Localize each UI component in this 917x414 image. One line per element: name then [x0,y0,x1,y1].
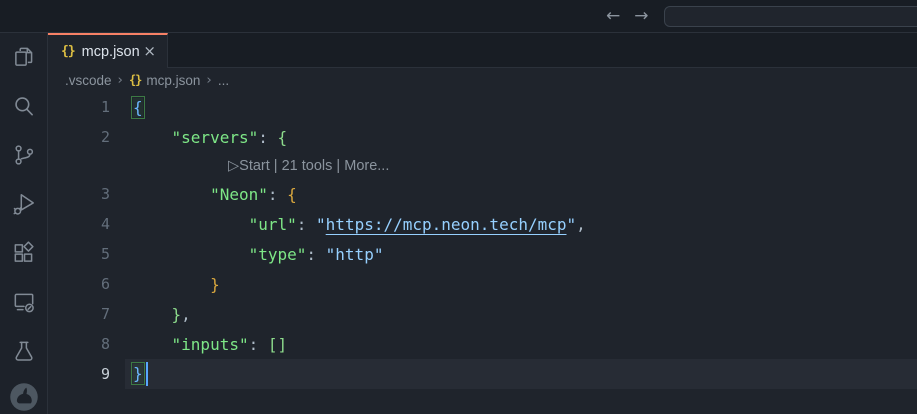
code-token: https://mcp.neon.tech/mcp [326,215,567,234]
code-token: { [133,98,143,117]
code-token [133,335,172,354]
command-center-search-input[interactable] [664,6,917,27]
navigate-back-icon[interactable]: ← [606,8,620,25]
json-file-icon: {} [61,44,75,59]
vscode-window: ← → [0,0,917,414]
search-icon[interactable] [10,92,38,120]
run-and-debug-icon[interactable] [10,190,38,218]
breadcrumb-item-file[interactable]: {} mcp.json [129,73,200,88]
breadcrumb-item-vscode[interactable]: .vscode [65,73,112,88]
line-number: 8 [48,335,125,353]
breadcrumb-separator: › [206,72,211,88]
breadcrumb-item-symbol[interactable]: ... [218,73,229,88]
code-token: : [297,215,316,234]
codelens-action[interactable]: ▷Start [228,158,270,174]
code-token: " [567,215,577,234]
code-line[interactable]: 9} [48,359,917,389]
code-line[interactable]: 7 }, [48,299,917,329]
source-control-icon[interactable] [10,141,38,169]
tab-mcp-json[interactable]: {} mcp.json × [48,33,168,68]
line-number: 9 [48,365,125,383]
code-token: { [287,185,297,204]
activity-bar [0,33,48,414]
code-token: "url" [249,215,297,234]
code-token: } [210,275,220,294]
code-token: , [181,305,191,324]
code-token [133,245,249,264]
title-bar: ← → [0,0,917,33]
code-token: } [133,364,143,383]
code-line[interactable]: 8 "inputs": [] [48,329,917,359]
code-token [133,275,210,294]
code-token: "type" [249,245,307,264]
code-token [133,128,172,147]
codelens-action[interactable]: More... [344,158,389,174]
code-token: : [268,185,287,204]
code-line[interactable]: 3 "Neon": { [48,179,917,209]
code-line[interactable]: 5 "type": "http" [48,239,917,269]
line-number: 7 [48,305,125,323]
json-file-icon: {} [129,73,141,87]
code-line[interactable]: 4 "url": "https://mcp.neon.tech/mcp", [48,209,917,239]
code-token: "http" [326,245,384,264]
code-line[interactable]: 2 "servers": { [48,122,917,152]
code-token: : [249,335,268,354]
tab-title: mcp.json [82,44,141,60]
code-line[interactable]: 6 } [48,269,917,299]
code-token: : [306,245,325,264]
breadcrumb: .vscode › {} mcp.json › ... [48,68,917,92]
navigate-forward-icon[interactable]: → [634,8,648,25]
code-editor[interactable]: 1{2 "servers": {▷Start | 21 tools | More… [48,92,917,414]
code-token [133,305,172,324]
code-token: "servers" [172,128,259,147]
code-line[interactable]: 1{ [48,92,917,122]
line-number: 3 [48,185,125,203]
rabbit-extension-icon[interactable] [9,382,39,412]
line-number: 4 [48,215,125,233]
code-token: [] [268,335,287,354]
line-number: 2 [48,128,125,146]
remote-explorer-icon[interactable] [10,288,38,316]
line-number: 6 [48,275,125,293]
code-token: , [576,215,586,234]
extensions-icon[interactable] [10,239,38,267]
code-token [133,215,249,234]
code-token: "inputs" [172,335,249,354]
explorer-icon[interactable] [10,43,38,71]
code-token: } [172,305,182,324]
code-token: { [278,128,288,147]
tab-bar: {} mcp.json × [48,33,917,68]
code-token: " [316,215,326,234]
breadcrumb-separator: › [118,72,123,88]
code-token [133,185,210,204]
codelens-action[interactable]: 21 tools [282,158,333,174]
code-token: "Neon" [210,185,268,204]
testing-icon[interactable] [10,337,38,365]
line-number: 1 [48,98,125,116]
text-cursor [146,362,148,386]
codelens-row: ▷Start | 21 tools | More... [48,152,917,179]
tab-close-icon[interactable]: × [140,43,159,60]
code-token: : [258,128,277,147]
line-number: 5 [48,245,125,263]
